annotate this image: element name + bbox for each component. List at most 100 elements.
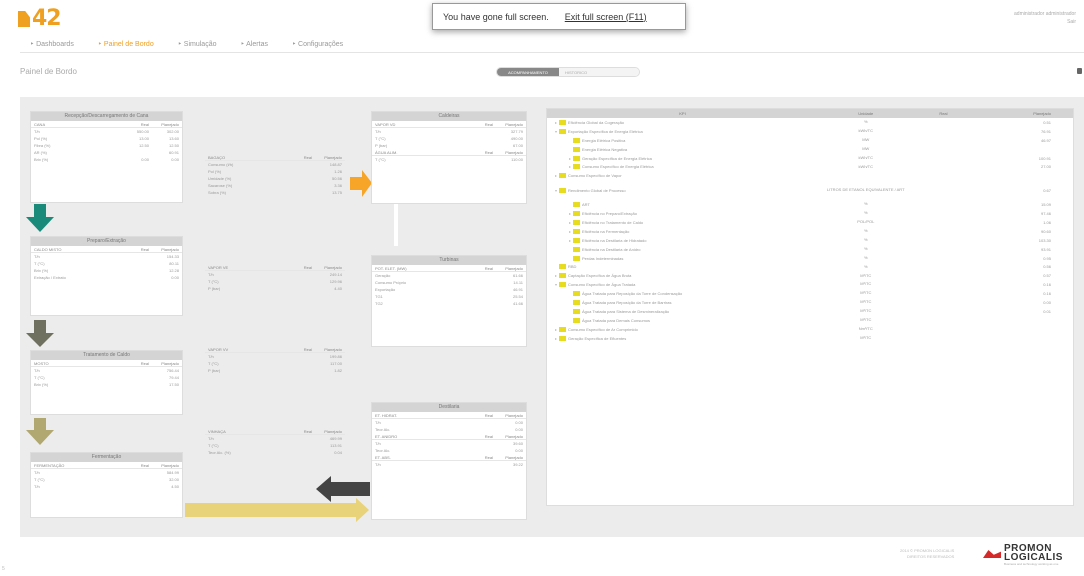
table-header: VAPOR VD Real Planejado (372, 121, 526, 128)
nav-alertas[interactable]: ‣ Alertas (240, 40, 267, 48)
col-header: VAPOR VE (208, 265, 229, 270)
table-row: Pol (%) 13.00 13.60 (31, 135, 182, 142)
table-row: Teor Alc. 0.00 (372, 447, 526, 454)
kpi-row[interactable]: Energia Elétrica Positiva MW 46.97 (547, 136, 1073, 145)
kpi-row[interactable]: ▸ Geração Específica de Efluentes M³/TC (547, 334, 1073, 343)
nav-painel-de-bordo[interactable]: ‣ Painel de Bordo (98, 40, 154, 48)
kpi-row[interactable]: ▸ Geração Específica de Energia Elétrica k… (547, 154, 1073, 163)
kpi-row[interactable]: RBD% 0.56 (547, 262, 1073, 271)
kpi-name-cell: ▸ Eficiência na Fermentação (547, 228, 818, 234)
kpi-row[interactable]: ▸ Consumo Específico de Vapor (547, 171, 1073, 180)
kpi-row[interactable]: ▸ Eficiência na Destilaria de Hidratado% 1… (547, 236, 1073, 245)
row-label: Fibra (%) (34, 143, 51, 148)
planned-value: 80.11 (169, 261, 179, 266)
table-row: T (°C) 117.00 (205, 360, 345, 367)
kpi-name-cell: ▾ Exportação Específica de Energia Elétri… (547, 128, 818, 134)
kpi-row[interactable]: Eficiência na Destilaria de Anidro% 93.91 (547, 245, 1073, 254)
real-value (469, 426, 493, 433)
planned-value: 4.40 (334, 286, 342, 291)
kpi-row[interactable]: ▸ Eficiência no Preparo/Extração% 97.46 (547, 209, 1073, 218)
kpi-row[interactable]: Energia Elétrica Negativa MW (547, 145, 1073, 154)
kpi-unit: Nm³/TC (858, 326, 873, 331)
folder-icon (573, 299, 580, 305)
kpi-name-cell: ▸ Consumo Específico de Energia Elétrica (547, 164, 818, 170)
planned-value: 13.60 (168, 136, 179, 141)
kpi-row[interactable]: Água Tratada para Reposição da Torre de … (547, 289, 1073, 298)
user-name[interactable]: administrador administrador (1014, 10, 1076, 18)
kpi-row[interactable]: ▸ Eficiência na Fermentação% 90.60 (547, 227, 1073, 236)
kpi-row[interactable]: ▸ Eficiência Global da Cogeração% 0.51 (547, 118, 1073, 127)
folder-icon (573, 317, 580, 323)
kpi-row[interactable]: ▾ Rendimento Global de Processo LITROS DE … (547, 180, 1073, 200)
kpi-row[interactable]: ▾ Consumo Específico de Água Tratada M³/TC… (547, 280, 1073, 289)
print-icon[interactable] (1077, 68, 1082, 74)
kpi-planned: 0.16 (1043, 291, 1051, 297)
kpi-unit: % (863, 237, 868, 242)
nav-divider (20, 52, 1084, 53)
kpi-label: Eficiência na Destilaria de Hidratado (582, 237, 647, 243)
row-label: P (bar) (208, 286, 221, 291)
kpi-row[interactable]: Água Tratada para Demais Consumos M³/TC (547, 316, 1073, 325)
kpi-row[interactable]: Água Tratada para Reposição da Torre de … (547, 298, 1073, 307)
planned-value: 39.60 (512, 441, 523, 446)
kpi-row[interactable]: ▸ Captação Específica de Água Bruta M³/TC 0… (547, 271, 1073, 280)
kpi-row[interactable]: Perdas Indeterminadas% 0.95 (547, 254, 1073, 263)
nav-dashboards[interactable]: ‣ Dashboards (30, 40, 74, 48)
col-header: Real (484, 122, 493, 127)
logo-text: 42 (32, 6, 62, 31)
table-row: Geração 61.66 (372, 272, 526, 279)
real-value (288, 189, 312, 196)
panel-turbinas: Turbinas POT. ELET. (MW) Real Planejado Ge… (371, 255, 527, 347)
logout-link[interactable]: Sair (1014, 18, 1076, 26)
kpi-row[interactable]: ▾ Exportação Específica de Energia Elétri… (547, 127, 1073, 136)
kpi-row[interactable]: Água Tratada para Sistema de Desminerali… (547, 307, 1073, 316)
app-logo[interactable]: 42 (18, 6, 62, 31)
planned-col-header[interactable]: Planejado (973, 109, 1073, 118)
folder-icon (559, 187, 566, 193)
kpi-row[interactable]: ▸ Eficiência no Tratamento de Caldo POL/PO… (547, 218, 1073, 227)
folder-icon (573, 211, 580, 217)
kpi-label: Captação Específica de Água Bruta (568, 273, 632, 279)
view-toggle[interactable]: ACOMPANHAMENTO HISTORICO (496, 67, 640, 77)
exit-fullscreen-link[interactable]: Exit full screen (F11) (565, 12, 647, 22)
planned-value: 60.91 (168, 150, 179, 155)
kpi-table-body: ▸ Eficiência Global da Cogeração% 0.51 ▾ Exp… (547, 118, 1073, 342)
real-col-header[interactable]: Real (914, 109, 974, 118)
brand-line2: LOGICALIS (1004, 552, 1063, 563)
toggle-historico[interactable]: HISTORICO (559, 68, 639, 76)
kpi-row[interactable]: ART% 15.09 (547, 200, 1073, 209)
real-value (288, 367, 312, 374)
row-label: T/h (34, 254, 40, 259)
kpi-label: RBD (568, 264, 577, 270)
table-row: P (bar) 4.40 (205, 285, 345, 292)
kpi-label: Água Tratada para Demais Consumos (582, 317, 651, 323)
kpi-unit: kWh/TC (858, 164, 873, 169)
toggle-acompanhamento[interactable]: ACOMPANHAMENTO (497, 68, 559, 76)
row-label: T (°C) (34, 261, 45, 266)
kpi-row[interactable]: ▸ Consumo Específico de Ar Comprimido Nm³/… (547, 325, 1073, 334)
copyright-line2: DIREITOS RESERVADOS (906, 554, 955, 559)
unit-col-header[interactable]: Unidade (818, 109, 914, 118)
real-value (125, 149, 149, 156)
kpi-name-cell: Água Tratada para Reposição da Torre de … (547, 291, 818, 297)
kpi-label: Consumo Específico de Água Tratada (568, 282, 636, 288)
planned-value: 50.56 (331, 176, 342, 181)
col-header: Planejado (324, 347, 342, 352)
copyright: 2014 © PROMON LOGICALIS DIREITOS RESERVA… (900, 548, 954, 560)
real-value (288, 182, 312, 189)
kpi-col-header[interactable]: KPI (547, 109, 818, 118)
nav-configuracoes[interactable]: ‣ Configurações (292, 40, 343, 48)
real-value (125, 367, 149, 374)
nav-simulacao[interactable]: ‣ Simulação (178, 40, 217, 48)
row-label: TG2 (375, 301, 383, 306)
panel-title: Caldeiras (372, 112, 526, 121)
kpi-label: Água Tratada para Reposição da Torre de … (582, 299, 672, 305)
kpi-label: Energia Elétrica Negativa (582, 146, 628, 152)
panel-title: Preparo/Extração (31, 237, 182, 246)
folder-icon (559, 128, 566, 134)
kpi-row[interactable]: ▸ Consumo Específico de Energia Elétrica k… (547, 162, 1073, 171)
real-value (469, 461, 493, 468)
real-value (125, 274, 149, 281)
kpi-unit: MW (862, 146, 870, 151)
row-label: T (°C) (208, 443, 219, 448)
